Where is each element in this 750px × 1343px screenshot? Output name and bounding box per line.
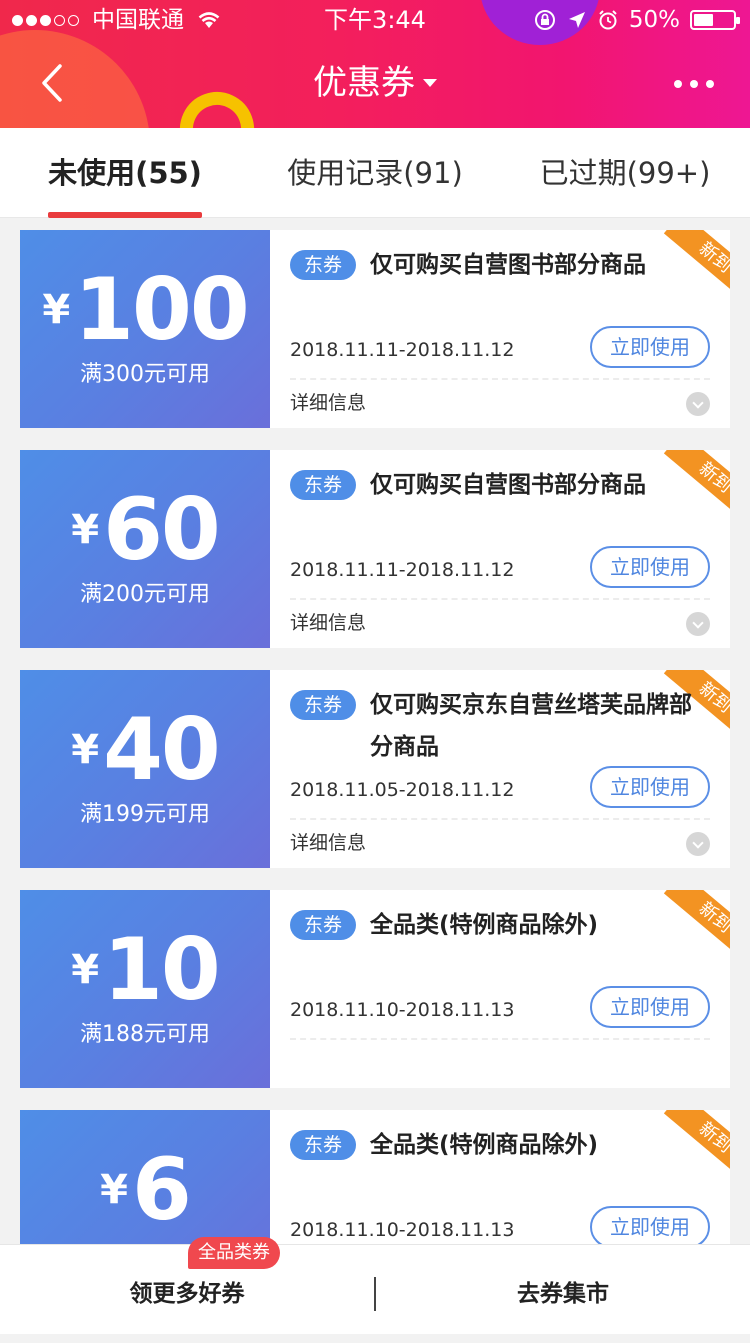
coupon-amount: ¥40	[71, 700, 221, 800]
battery-percent: 50%	[628, 7, 680, 33]
location-icon	[568, 12, 585, 28]
coupon-card[interactable]: ¥10 满188元可用 新到 东券 全品类(特例商品除外) 2018.11.10…	[16, 890, 730, 1088]
coupon-info-panel: 新到 东券 仅可购买自营图书部分商品 2018.11.11-2018.11.12…	[270, 450, 730, 648]
coupon-validity: 2018.11.11-2018.11.12	[290, 339, 515, 361]
coupon-value-panel: ¥40 满199元可用	[16, 670, 270, 868]
divider	[290, 818, 710, 820]
more-menu-button[interactable]	[674, 80, 714, 88]
detail-info-link[interactable]: 详细信息	[290, 388, 366, 418]
use-now-button[interactable]: 立即使用	[590, 986, 710, 1028]
coupon-value-panel: ¥6	[16, 1110, 270, 1244]
chevron-down-icon[interactable]	[686, 392, 710, 416]
coupon-info-panel: 新到 东券 仅可购买自营图书部分商品 2018.11.11-2018.11.12…	[270, 230, 730, 428]
detail-info-link[interactable]: 详细信息	[290, 608, 366, 638]
coupon-validity: 2018.11.10-2018.11.13	[290, 999, 515, 1021]
coupon-type-tag: 东券	[290, 470, 357, 500]
alarm-icon	[599, 10, 617, 30]
coupon-type-tag: 东券	[290, 690, 357, 720]
coupon-title: 全品类(特例商品除外)	[370, 1132, 599, 1158]
nav-bar: 优惠券	[0, 40, 750, 128]
detail-info-link[interactable]: 详细信息	[290, 828, 366, 858]
coupon-card[interactable]: ¥6 新到 东券 全品类(特例商品除外) 2018.11.10-2018.11.…	[16, 1110, 730, 1244]
coupon-tabs: 未使用(55) 使用记录(91) 已过期(99+)	[0, 128, 750, 218]
app-header: 中国联通 下午3:44 50% 优惠券	[0, 0, 750, 128]
coupon-amount: ¥60	[71, 480, 221, 580]
page-title-text: 优惠券	[313, 63, 415, 103]
page-title[interactable]: 优惠券	[0, 60, 750, 106]
divider	[290, 598, 710, 600]
battery-icon	[690, 10, 740, 30]
use-now-button[interactable]: 立即使用	[590, 766, 710, 808]
coupon-value-panel: ¥10 满188元可用	[16, 890, 270, 1088]
coupon-title: 仅可购买京东自营丝塔芙品牌部分商品	[370, 692, 692, 760]
coupon-title: 仅可购买自营图书部分商品	[370, 472, 646, 498]
get-more-coupons-button[interactable]: 领更多好券	[0, 1245, 374, 1335]
use-now-button[interactable]: 立即使用	[590, 546, 710, 588]
coupon-type-tag: 东券	[290, 1130, 357, 1160]
tab-usage-history[interactable]: 使用记录(91)	[270, 128, 480, 218]
use-now-button[interactable]: 立即使用	[590, 326, 710, 368]
coupon-validity: 2018.11.05-2018.11.12	[290, 779, 515, 801]
coupon-condition: 满300元可用	[80, 362, 210, 387]
coupon-validity: 2018.11.10-2018.11.13	[290, 1219, 515, 1241]
caret-down-icon	[423, 78, 437, 87]
coupon-market-button[interactable]: 去券集市	[376, 1245, 750, 1335]
coupon-card[interactable]: ¥100 满300元可用 新到 东券 仅可购买自营图书部分商品 2018.11.…	[16, 230, 730, 428]
coupon-condition: 满199元可用	[80, 802, 210, 827]
tab-unused[interactable]: 未使用(55)	[30, 128, 220, 218]
coupon-card[interactable]: ¥40 满199元可用 新到 东券 仅可购买京东自营丝塔芙品牌部分商品 2018…	[16, 670, 730, 868]
coupon-title: 仅可购买自营图书部分商品	[370, 252, 646, 278]
coupon-info-panel: 新到 东券 仅可购买京东自营丝塔芙品牌部分商品 2018.11.05-2018.…	[270, 670, 730, 868]
coupon-value-panel: ¥60 满200元可用	[16, 450, 270, 648]
all-category-badge: 全品类券	[188, 1237, 280, 1269]
chevron-down-icon[interactable]	[686, 612, 710, 636]
coupon-title: 全品类(特例商品除外)	[370, 912, 599, 938]
coupon-validity: 2018.11.11-2018.11.12	[290, 559, 515, 581]
coupon-list: ¥100 满300元可用 新到 东券 仅可购买自营图书部分商品 2018.11.…	[0, 218, 750, 1244]
coupon-value-panel: ¥100 满300元可用	[16, 230, 270, 428]
divider	[290, 378, 710, 380]
coupon-amount: ¥6	[100, 1140, 192, 1240]
coupon-info-panel: 新到 东券 全品类(特例商品除外) 2018.11.10-2018.11.13 …	[270, 890, 730, 1088]
divider	[290, 1038, 710, 1040]
coupon-card[interactable]: ¥60 满200元可用 新到 东券 仅可购买自营图书部分商品 2018.11.1…	[16, 450, 730, 648]
chevron-down-icon[interactable]	[686, 832, 710, 856]
coupon-condition: 满200元可用	[80, 582, 210, 607]
coupon-condition: 满188元可用	[80, 1022, 210, 1047]
coupon-amount: ¥10	[71, 920, 221, 1020]
coupon-info-panel: 新到 东券 全品类(特例商品除外) 2018.11.10-2018.11.13 …	[270, 1110, 730, 1244]
bottom-action-bar: 领更多好券 全品类券 去券集市	[0, 1237, 750, 1335]
rotation-lock-icon	[534, 10, 555, 30]
tab-expired[interactable]: 已过期(99+)	[520, 128, 730, 218]
use-now-button[interactable]: 立即使用	[590, 1206, 710, 1244]
coupon-type-tag: 东券	[290, 250, 357, 280]
status-bar: 中国联通 下午3:44 50%	[0, 0, 750, 40]
coupon-amount: ¥100	[42, 260, 249, 360]
coupon-type-tag: 东券	[290, 910, 357, 940]
